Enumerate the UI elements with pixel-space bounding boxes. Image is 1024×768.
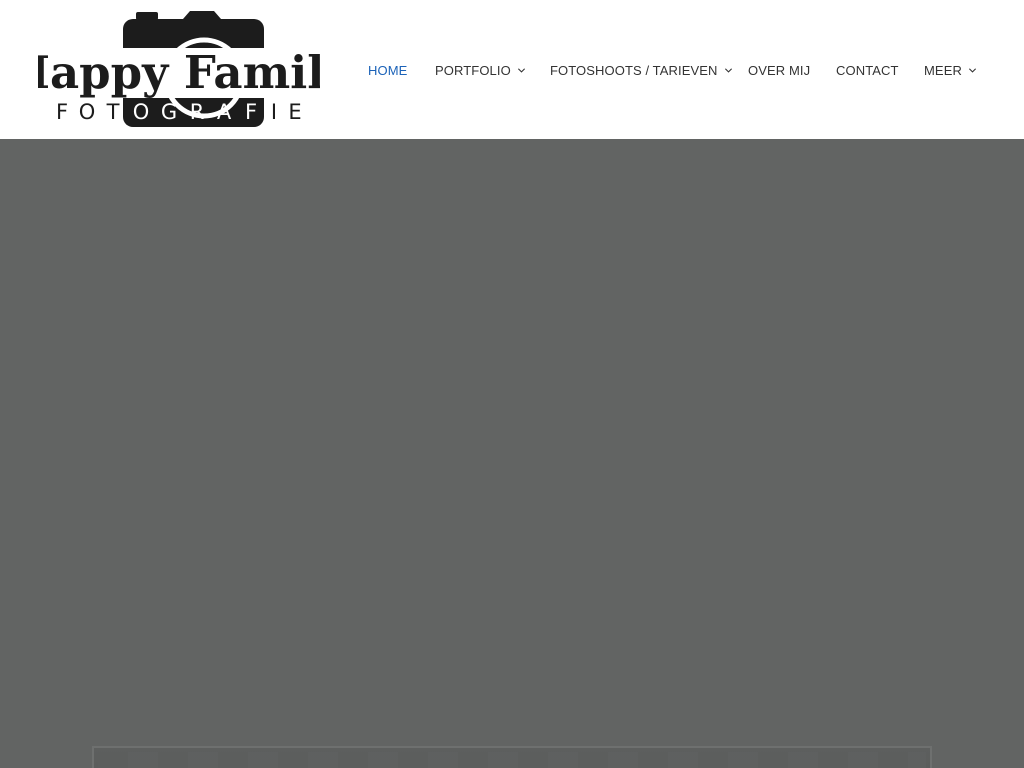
nav-item-over-mij[interactable]: OVER MIJ [748,61,810,79]
site-header: Happy Family F O T O G R A F I E HOME PO… [0,0,1024,139]
nav-item-meer[interactable]: MEER [924,61,977,79]
nav-item-label: FOTOSHOOTS / TARIEVEN [550,62,718,78]
nav-item-label: CONTACT [836,62,899,78]
nav-item-label: OVER MIJ [748,62,811,78]
chevron-down-icon [968,66,977,75]
chevron-down-icon [517,66,526,75]
main-nav: HOME PORTFOLIO FOTOSHOOTS / TARIEVEN OVE… [0,0,1024,139]
nav-item-contact[interactable]: CONTACT [836,61,899,79]
nav-item-home[interactable]: HOME [368,61,407,79]
nav-item-portfolio[interactable]: PORTFOLIO [435,61,526,79]
hero-image [98,752,926,768]
nav-item-label: HOME [368,62,408,78]
chevron-down-icon [724,66,733,75]
nav-item-fotoshoots-tarieven[interactable]: FOTOSHOOTS / TARIEVEN [550,61,733,79]
nav-item-label: MEER [924,62,962,78]
nav-item-label: PORTFOLIO [435,62,511,78]
hero-image-frame [92,746,932,768]
hero-banner [0,139,1024,768]
